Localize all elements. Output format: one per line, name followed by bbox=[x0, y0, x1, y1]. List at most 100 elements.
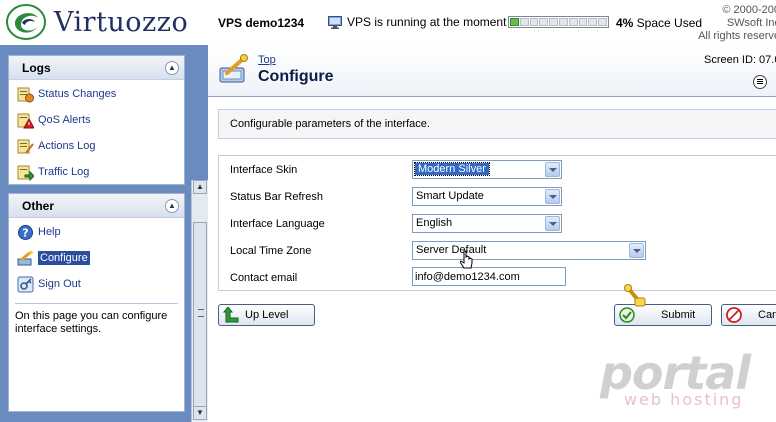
copyright-line: All rights reserve bbox=[698, 30, 776, 42]
space-usage-segment bbox=[539, 18, 549, 26]
other-panel-title: Other bbox=[22, 198, 55, 213]
field-label: Local Time Zone bbox=[230, 245, 312, 257]
page-header: Top Configure Screen ID: 07.0 bbox=[208, 45, 776, 97]
vps-name: VPS demo1234 bbox=[218, 16, 305, 30]
up-level-icon bbox=[223, 307, 239, 323]
page-title: Configure bbox=[258, 68, 334, 85]
cancel-icon bbox=[726, 307, 742, 323]
logs-panel-title: Logs bbox=[22, 60, 51, 75]
field-label: Interface Skin bbox=[230, 164, 298, 176]
chevron-down-icon[interactable] bbox=[545, 189, 560, 204]
qos-alerts-icon bbox=[17, 113, 34, 128]
collapse-icon[interactable]: ▲︎ bbox=[165, 198, 179, 213]
select-value: Modern Silver bbox=[414, 162, 490, 176]
scroll-down-icon[interactable]: ▼︎ bbox=[193, 406, 207, 420]
space-usage-segment bbox=[549, 18, 558, 26]
help-icon: ? bbox=[18, 224, 33, 240]
svg-text:?: ? bbox=[22, 226, 28, 239]
other-panel: Other ▲︎ ? Help Configure Sign Out On th… bbox=[8, 193, 185, 412]
breadcrumb-top-link[interactable]: Top bbox=[258, 54, 276, 66]
sidebar-item-actions-log[interactable]: Actions Log bbox=[9, 133, 184, 159]
sidebar-item-configure[interactable]: Configure bbox=[9, 245, 184, 271]
app-header: Virtuozzo VPS demo1234 VPS is running at… bbox=[0, 0, 776, 45]
monitor-icon bbox=[328, 15, 342, 29]
sidebar-item-help[interactable]: ? Help bbox=[9, 219, 184, 245]
select-value: English bbox=[416, 217, 453, 229]
brand-name: Virtuozzo bbox=[54, 6, 189, 38]
copyright: © 2000-200 SWsoft Inc All rights reserve bbox=[690, 4, 776, 43]
up-level-button[interactable]: Up Level bbox=[218, 304, 315, 326]
space-usage-segment bbox=[598, 18, 607, 26]
actions-log-icon bbox=[17, 139, 34, 154]
sidebar-item-label: QoS Alerts bbox=[38, 114, 91, 126]
sidebar-item-traffic-log[interactable]: Traffic Log bbox=[9, 159, 184, 185]
select-value: Smart Update bbox=[416, 190, 484, 202]
local-time-zone-select[interactable]: Server Default bbox=[412, 241, 646, 260]
interface-language-select[interactable]: English bbox=[412, 214, 562, 233]
screen-id: Screen ID: 07.0 bbox=[704, 54, 776, 66]
sidebar-item-label: Help bbox=[38, 226, 61, 238]
configure-page-icon bbox=[219, 54, 248, 83]
configure-form: Interface Skin Modern Silver Status Bar … bbox=[218, 155, 776, 291]
status-bar-refresh-select[interactable]: Smart Update bbox=[412, 187, 562, 206]
cancel-button[interactable]: Can bbox=[721, 304, 776, 326]
space-usage-segment bbox=[578, 18, 588, 26]
space-usage-segment bbox=[519, 18, 529, 26]
sidebar-item-label: Traffic Log bbox=[38, 166, 90, 178]
main-content: Top Configure Screen ID: 07.0 Configurab… bbox=[208, 45, 776, 422]
sidebar: Logs ▲︎ Status Changes QoS Alerts Action… bbox=[0, 45, 208, 422]
form-row-interface-skin: Interface Skin Modern Silver bbox=[219, 156, 776, 183]
field-label: Interface Language bbox=[230, 218, 325, 230]
sidebar-item-status-changes[interactable]: Status Changes bbox=[9, 81, 184, 107]
space-usage-bar bbox=[508, 16, 609, 28]
magic-wand-icon bbox=[624, 284, 646, 307]
configure-icon bbox=[17, 250, 33, 265]
other-panel-header: Other ▲︎ bbox=[9, 194, 184, 218]
chevron-down-icon[interactable] bbox=[545, 162, 560, 177]
chevron-down-icon[interactable] bbox=[629, 243, 644, 258]
button-label: Can bbox=[758, 309, 776, 321]
mouse-cursor-icon bbox=[460, 250, 473, 269]
vps-status-text: VPS is running at the moment bbox=[347, 15, 507, 29]
sidebar-item-label: Configure bbox=[38, 251, 90, 265]
logs-panel: Logs ▲︎ Status Changes QoS Alerts Action… bbox=[8, 55, 185, 185]
scroll-up-icon[interactable]: ▲︎ bbox=[193, 180, 207, 194]
contact-email-field[interactable] bbox=[412, 267, 566, 286]
select-value: Server Default bbox=[416, 244, 487, 256]
form-row-status-bar-refresh: Status Bar Refresh Smart Update bbox=[219, 183, 776, 210]
space-usage-segment bbox=[510, 18, 519, 26]
sign-out-icon bbox=[17, 276, 34, 292]
space-usage-percent: 4% bbox=[616, 16, 634, 30]
form-row-local-time-zone: Local Time Zone Server Default bbox=[219, 237, 776, 264]
sidebar-scrollbar[interactable]: ▲︎ ▼︎ bbox=[191, 180, 208, 422]
copyright-line: © 2000-200 bbox=[722, 4, 776, 16]
sidebar-item-label: Status Changes bbox=[38, 88, 117, 100]
sidebar-item-label: Sign Out bbox=[38, 278, 81, 290]
scrollbar-thumb[interactable] bbox=[193, 222, 207, 408]
form-row-interface-language: Interface Language English bbox=[219, 210, 776, 237]
traffic-log-icon bbox=[17, 165, 34, 181]
collapse-icon[interactable]: ▲︎ bbox=[165, 60, 179, 75]
interface-skin-select[interactable]: Modern Silver bbox=[412, 160, 562, 179]
menu-icon[interactable] bbox=[753, 75, 767, 89]
grip-icon bbox=[198, 309, 204, 317]
button-label: Submit bbox=[661, 309, 696, 321]
page-hint: On this page you can configure interface… bbox=[15, 303, 178, 342]
space-usage-segment bbox=[529, 18, 539, 26]
field-label: Status Bar Refresh bbox=[230, 191, 323, 203]
logs-panel-header: Logs ▲︎ bbox=[9, 56, 184, 80]
virtuozzo-logo[interactable]: Virtuozzo bbox=[6, 4, 188, 40]
sidebar-item-qos-alerts[interactable]: QoS Alerts bbox=[9, 107, 184, 133]
space-usage-segment bbox=[588, 18, 598, 26]
status-changes-icon bbox=[17, 87, 34, 102]
field-label: Contact email bbox=[230, 272, 298, 284]
vps-status: VPS is running at the moment bbox=[328, 15, 506, 29]
copyright-line: SWsoft Inc bbox=[726, 17, 776, 29]
space-usage-segment bbox=[568, 18, 578, 26]
sidebar-item-sign-out[interactable]: Sign Out bbox=[9, 271, 184, 297]
chevron-down-icon[interactable] bbox=[545, 216, 560, 231]
button-label: Up Level bbox=[245, 309, 289, 321]
form-row-contact-email: Contact email bbox=[219, 264, 776, 291]
space-usage-segment bbox=[558, 18, 568, 26]
sidebar-item-label: Actions Log bbox=[38, 140, 96, 152]
